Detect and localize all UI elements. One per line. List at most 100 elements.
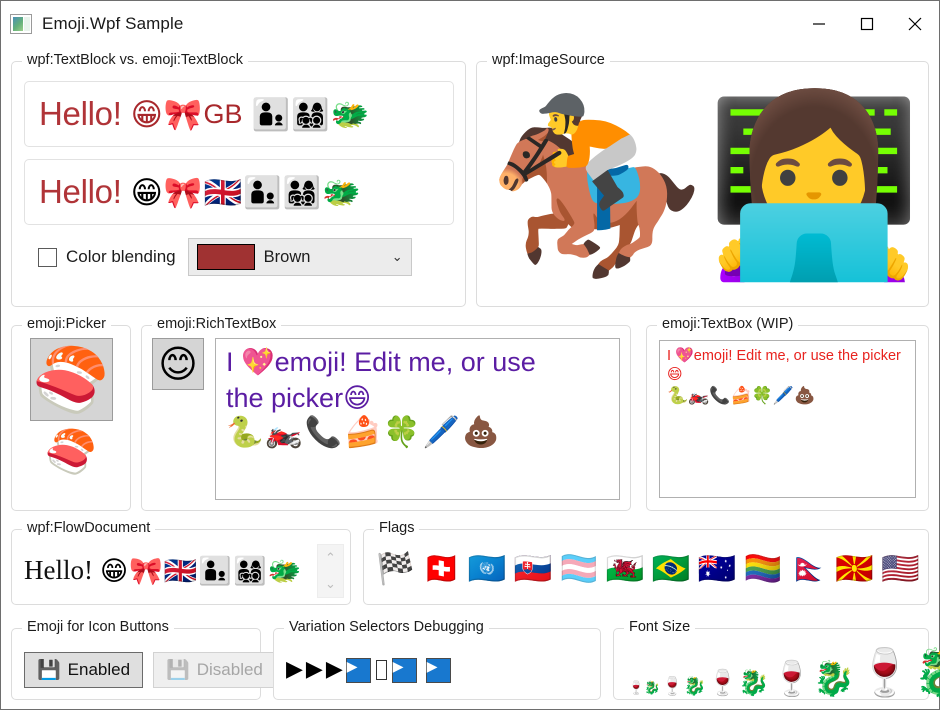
flag-brazil-icon: 🇧🇷 [651, 550, 691, 587]
app-window: Emoji.Wpf Sample wpf:TextBlock vs. emoji… [0, 0, 940, 710]
transgender-flag-icon: 🏳️‍⚧️ [559, 550, 599, 587]
textbox-text: I 💖emoji! Edit me, or use the picker 😄 [667, 346, 908, 384]
wpf-textblock-gb-letters: GB [203, 98, 243, 129]
flag-north-macedonia-icon: 🇲🇰 [835, 550, 874, 587]
color-swatch [196, 244, 255, 270]
group-icon-buttons-label: Emoji for Icon Buttons [22, 619, 174, 635]
rainbow-flag-icon: 🏳️‍🌈 [743, 550, 783, 587]
flag-wales-icon: 🏴󠁧󠁢󠁷󠁬󠁳󠁿 [605, 550, 645, 587]
flowdocument-emoji: 😁🎀🇬🇧👨‍👦👨‍👩‍👧‍👦🐲 [99, 555, 303, 587]
close-icon [908, 17, 922, 31]
window-title: Emoji.Wpf Sample [42, 14, 184, 33]
triangle-right-icon-1: ▶ [286, 657, 303, 682]
group-textbox-label: emoji:TextBox (WIP) [657, 316, 799, 332]
flowdocument-inner: Hello! 😁🎀🇬🇧👨‍👦👨‍👩‍👧‍👦🐲 ⌃ ⌄ [24, 541, 344, 600]
floppy-disk-icon: 💾 [37, 658, 61, 681]
wine-dragon-pair-3: 🍷🐉 [707, 668, 770, 698]
color-select-value: Brown [263, 247, 311, 266]
flags-row: 🏁 🇨🇭 🇺🇳 🇸🇰 🏳️‍⚧️ 🏴󠁧󠁢󠁷󠁬󠁳󠁿 🇧🇷 🇦🇺 🏳️‍🌈 🇳🇵 🇲… [376, 540, 920, 598]
richtextbox-inner: 😊 I 💖emoji! Edit me, or use the picker😄 … [152, 338, 620, 500]
textbox-text-prefix: I [667, 348, 676, 364]
richtextbox-text-line1: emoji! Edit me, or use [274, 347, 536, 377]
maximize-icon [860, 17, 874, 31]
color-select[interactable]: Brown ⌄ [187, 238, 412, 276]
window-controls [795, 1, 939, 47]
tofu-box-icon [375, 660, 387, 680]
close-button[interactable] [891, 1, 939, 47]
disabled-button-label: Disabled [196, 660, 263, 679]
textbox-emoji-line: 🐍🏍️📞🍰🍀🖊️💩 [667, 386, 816, 407]
picker-button[interactable]: 🍣 [29, 338, 113, 421]
color-blending-row: Color blending Brown ⌄ [38, 238, 412, 276]
group-flowdocument: wpf:FlowDocument Hello! 😁🎀🇬🇧👨‍👦👨‍👩‍👧‍👦🐲 … [11, 520, 351, 605]
disabled-button: 💾 Disabled [153, 652, 276, 688]
richtextbox-line-1: I 💖emoji! Edit me, or use [226, 345, 609, 381]
richtextbox-line-2: the picker😄 [226, 381, 609, 417]
group-flowdocument-label: wpf:FlowDocument [22, 520, 156, 536]
play-button-icon-3: ▶ [425, 657, 451, 683]
sparkling-heart-icon: 💖 [675, 346, 694, 364]
group-imagesource: wpf:ImageSource 🏇 👩‍💻 [476, 52, 929, 307]
group-textbox: emoji:TextBox (WIP) I 💖emoji! Edit me, o… [646, 316, 929, 511]
picker-inner: 🍣 🍣 [12, 338, 130, 510]
wpf-textblock-emoji-before: 😁🎀 [130, 96, 204, 133]
font-size-row: 🍷🐉 🍷🐉 🍷🐉 🍷🐉 🍷🐉 [628, 629, 940, 699]
flowdocument-scrollbar[interactable]: ⌃ ⌄ [317, 543, 344, 598]
wine-dragon-pair-5: 🍷🐉 [856, 645, 940, 700]
picker-preview-emoji: 🍣 [44, 427, 98, 476]
group-imagesource-label: wpf:ImageSource [487, 52, 610, 68]
main-content: wpf:TextBlock vs. emoji:TextBlock Hello!… [1, 48, 940, 709]
group-flags-label: Flags [374, 520, 420, 536]
color-blending-checkbox[interactable] [38, 247, 57, 267]
woman-technologist-image: 👩‍💻 [704, 84, 923, 288]
wpf-textblock-hello: Hello! [39, 95, 122, 132]
wpf-textblock-row: Hello! 😁🎀 GB 👨‍👦👨‍👩‍👧‍👦🐲 [24, 81, 454, 147]
flag-australia-icon: 🇦🇺 [697, 550, 737, 587]
group-picker-label: emoji:Picker [22, 316, 111, 332]
triangle-right-icon-3: ▶ [325, 657, 343, 682]
richtextbox-picker-button[interactable]: 😊 [152, 338, 204, 390]
color-blending-label: Color blending [66, 247, 176, 266]
floppy-disk-icon: 💾 [166, 658, 190, 681]
sparkling-heart-icon: 💖 [241, 347, 275, 378]
flag-united-states-icon: 🇺🇸 [881, 550, 920, 587]
group-variation-selectors-label: Variation Selectors Debugging [284, 619, 489, 635]
flag-slovakia-icon: 🇸🇰 [513, 550, 553, 587]
richtextbox-text-prefix: I [226, 347, 242, 377]
group-richtextbox: emoji:RichTextBox 😊 I 💖emoji! Edit me, o… [141, 316, 631, 511]
richtextbox-text-line2: the picker [226, 382, 344, 413]
richtextbox-emoji-line: 🐍🏍️📞🍰🍀🖊️💩 [226, 415, 502, 451]
app-image-icon [10, 14, 32, 34]
icon-buttons-row: 💾 Enabled 💾 Disabled [24, 641, 276, 699]
textbox-text-body: emoji! Edit me, or use the picker [693, 348, 901, 364]
triangle-right-icon-2: ▶ [305, 657, 323, 682]
wine-dragon-pair-4: 🍷🐉 [770, 658, 856, 699]
grinning-face-icon: 😄 [343, 382, 372, 414]
group-richtextbox-label: emoji:RichTextBox [152, 316, 282, 332]
group-flags: Flags 🏁 🇨🇭 🇺🇳 🇸🇰 🏳️‍⚧️ 🏴󠁧󠁢󠁷󠁬󠁳󠁿 🇧🇷 🇦🇺 🏳️‍… [363, 520, 929, 605]
emoji-textblock-hello: Hello! [39, 173, 122, 210]
minimize-button[interactable] [795, 1, 843, 47]
group-font-size: Font Size 🍷🐉 🍷🐉 🍷🐉 🍷🐉 🍷🐉 [613, 619, 940, 700]
scroll-down-icon[interactable]: ⌄ [318, 571, 343, 597]
group-textblock-label: wpf:TextBlock vs. emoji:TextBlock [22, 52, 248, 68]
maximize-button[interactable] [843, 1, 891, 47]
richtextbox-field[interactable]: I 💖emoji! Edit me, or use the picker😄 🐍🏍… [215, 338, 620, 500]
play-button-icon-1: ▶ [345, 657, 371, 683]
chequered-flag-icon: 🏁 [376, 550, 415, 587]
group-textblock: wpf:TextBlock vs. emoji:TextBlock Hello!… [11, 52, 466, 307]
enabled-button[interactable]: 💾 Enabled [24, 652, 144, 688]
group-picker: emoji:Picker 🍣 🍣 [11, 316, 131, 511]
flag-switzerland-icon: 🇨🇭 [421, 550, 461, 587]
grinning-face-icon: 😄 [667, 365, 683, 384]
imagesource-row: 🏇 👩‍💻 [487, 76, 923, 296]
wpf-textblock-emoji-after: 👨‍👦👨‍👩‍👧‍👦🐲 [251, 96, 371, 133]
chevron-down-icon: ⌄ [391, 249, 403, 264]
group-icon-buttons: Emoji for Icon Buttons 💾 Enabled 💾 Disab… [11, 619, 276, 700]
variation-selectors-row: ▶ ▶ ▶ ▶ ▶ ▶ [286, 641, 600, 699]
wine-dragon-pair-2: 🍷🐉 [661, 675, 707, 697]
textbox-field[interactable]: I 💖emoji! Edit me, or use the picker 😄 🐍🏍… [659, 340, 916, 498]
title-bar: Emoji.Wpf Sample [1, 1, 939, 48]
scroll-up-icon[interactable]: ⌃ [318, 545, 343, 571]
flag-united-nations-icon: 🇺🇳 [467, 550, 507, 587]
